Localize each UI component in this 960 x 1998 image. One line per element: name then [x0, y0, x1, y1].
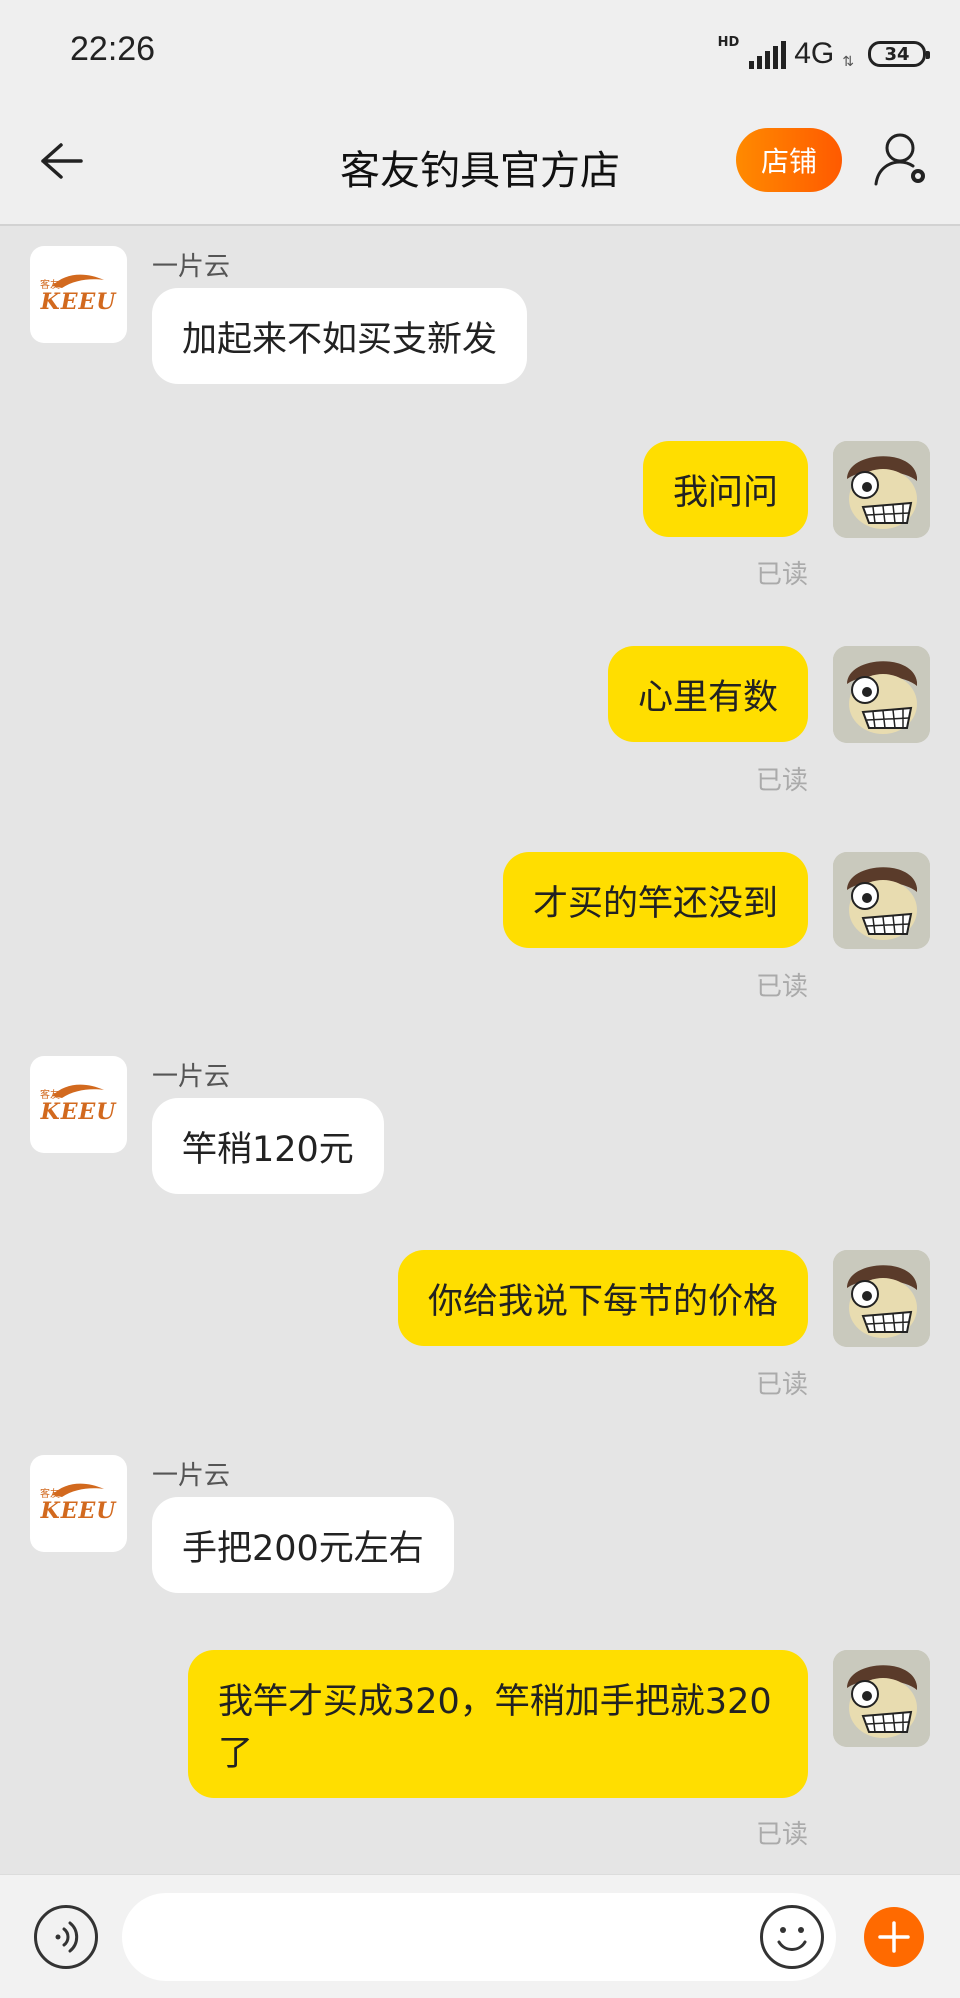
input-bar: [0, 1874, 960, 1998]
my-avatar[interactable]: [833, 646, 930, 743]
status-time: 22:26: [70, 30, 156, 68]
shop-avatar[interactable]: 客友 KEEU: [30, 246, 127, 343]
sender-name: 一片云: [152, 1062, 231, 1092]
message-input[interactable]: [122, 1893, 836, 1981]
battery-icon: 34: [868, 41, 930, 67]
voice-icon: [55, 1921, 79, 1953]
cartoon-face-icon: [833, 1250, 930, 1347]
chat-area[interactable]: 客友 KEEU 一片云 加起来不如买支新发 我问问 已读 心里有数 已读 才买的…: [0, 228, 960, 1874]
cartoon-face-icon: [833, 852, 930, 949]
hd-label: HD: [717, 34, 740, 50]
cartoon-face-icon: [833, 646, 930, 743]
fish-logo-icon: [52, 1084, 104, 1098]
shop-avatar[interactable]: 客友 KEEU: [30, 1056, 127, 1153]
message-bubble-sent[interactable]: 我竿才买成320，竿稍加手把就320了: [188, 1650, 808, 1798]
network-type: 4G: [794, 37, 835, 70]
sender-name: 一片云: [152, 252, 231, 282]
user-settings-icon: [874, 133, 925, 186]
my-avatar[interactable]: [833, 852, 930, 949]
user-settings-button[interactable]: [872, 130, 932, 190]
logo-brand-text: KEEU: [40, 1497, 117, 1524]
message-bubble-sent[interactable]: 我问问: [642, 441, 808, 537]
fish-logo-icon: [52, 1483, 104, 1497]
shop-avatar[interactable]: 客友 KEEU: [30, 1455, 127, 1552]
data-transfer-icon: ⇅: [842, 54, 854, 70]
message-bubble-sent[interactable]: 才买的竿还没到: [502, 852, 808, 948]
read-status: 已读: [755, 972, 808, 1002]
logo-brand-text: KEEU: [40, 1098, 117, 1125]
chat-header: 客友钓具官方店 店铺: [0, 100, 960, 226]
cartoon-face-icon: [833, 441, 930, 538]
message-bubble-received[interactable]: 手把200元左右: [152, 1497, 454, 1593]
message-bubble-received[interactable]: 加起来不如买支新发: [152, 288, 528, 384]
my-avatar[interactable]: [833, 1250, 930, 1347]
sender-name: 一片云: [152, 1461, 231, 1491]
my-avatar[interactable]: [833, 441, 930, 538]
status-bar: 22:26 HD 4G ⇅ 34: [0, 0, 960, 100]
my-avatar[interactable]: [833, 1650, 930, 1747]
plus-icon: [878, 1921, 910, 1953]
signal-icon: [749, 39, 787, 69]
emoji-button[interactable]: [760, 1905, 824, 1969]
read-status: 已读: [755, 1370, 808, 1400]
smiley-icon: [777, 1927, 807, 1951]
message-bubble-received[interactable]: 竿稍120元: [152, 1098, 384, 1194]
message-bubble-sent[interactable]: 心里有数: [607, 646, 808, 742]
battery-level: 34: [884, 43, 910, 65]
read-status: 已读: [755, 766, 808, 796]
message-bubble-sent[interactable]: 你给我说下每节的价格: [397, 1250, 808, 1346]
read-status: 已读: [755, 560, 808, 590]
voice-input-button[interactable]: [34, 1905, 98, 1969]
logo-brand-text: KEEU: [40, 288, 117, 315]
read-status: 已读: [755, 1820, 808, 1850]
shop-button[interactable]: 店铺: [736, 128, 842, 192]
add-button[interactable]: [864, 1907, 924, 1967]
fish-logo-icon: [52, 274, 104, 288]
cartoon-face-icon: [833, 1650, 930, 1747]
status-indicators: HD 4G ⇅ 34: [717, 34, 930, 74]
